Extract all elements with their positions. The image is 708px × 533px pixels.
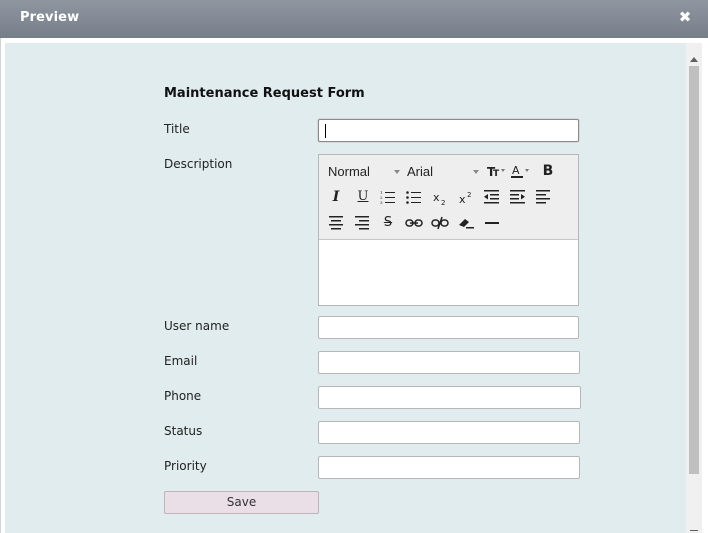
underline-button[interactable]: U <box>353 187 373 207</box>
svg-text:T: T <box>493 169 500 178</box>
close-icon[interactable]: ✖ <box>678 9 692 25</box>
svg-text:x: x <box>433 191 440 204</box>
ordered-list-icon[interactable]: 123 <box>378 187 398 207</box>
preview-titlebar: Preview ✖ <box>0 0 708 38</box>
email-label: Email <box>164 354 198 368</box>
strikethrough-button[interactable]: S <box>378 213 398 233</box>
eraser-icon[interactable] <box>456 213 476 233</box>
outdent-icon[interactable] <box>482 187 502 207</box>
indent-icon[interactable] <box>508 187 528 207</box>
form-title: Maintenance Request Form <box>164 86 365 101</box>
font-select-value: Arial <box>407 164 434 179</box>
window-title: Preview <box>20 10 80 25</box>
title-label: Title <box>164 122 190 136</box>
title-input[interactable] <box>318 119 579 142</box>
link-icon[interactable] <box>404 213 424 233</box>
vertical-scrollbar[interactable] <box>686 43 702 533</box>
description-label: Description <box>164 157 233 171</box>
svg-text:3: 3 <box>380 200 383 204</box>
svg-text:A: A <box>512 164 520 177</box>
status-label: Status <box>164 424 203 438</box>
svg-text:2: 2 <box>467 191 471 199</box>
align-right-icon[interactable] <box>352 213 372 233</box>
chevron-down-icon <box>394 170 400 174</box>
phone-input[interactable] <box>318 386 581 409</box>
priority-input[interactable] <box>318 456 580 479</box>
align-center-icon[interactable] <box>326 213 346 233</box>
font-size-icon[interactable]: TT <box>486 161 508 181</box>
scrollbar-thumb[interactable] <box>689 66 699 474</box>
chevron-down-icon <box>473 170 479 174</box>
email-input[interactable] <box>318 351 580 374</box>
svg-text:x: x <box>459 193 466 206</box>
unlink-icon[interactable] <box>430 213 450 233</box>
user-name-label: User name <box>164 319 230 333</box>
description-rich-text-editor[interactable]: Normal Arial TT A B I U 123 x2 x2 S <box>318 154 579 306</box>
format-select-value: Normal <box>328 164 370 179</box>
editor-toolbar: Normal Arial TT A B I U 123 x2 x2 S <box>319 155 578 240</box>
svg-text:2: 2 <box>441 199 445 206</box>
superscript-icon[interactable]: x2 <box>456 187 476 207</box>
scroll-up-icon[interactable] <box>690 57 698 62</box>
unordered-list-icon[interactable] <box>404 187 424 207</box>
text-color-icon[interactable]: A <box>510 161 532 181</box>
user-name-input[interactable] <box>318 316 579 339</box>
text-caret <box>325 124 326 138</box>
font-select[interactable]: Arial <box>407 164 481 180</box>
horizontal-rule-icon[interactable] <box>482 213 502 233</box>
bold-button[interactable]: B <box>538 161 558 181</box>
status-input[interactable] <box>318 421 580 444</box>
subscript-icon[interactable]: x2 <box>430 187 450 207</box>
phone-label: Phone <box>164 389 202 403</box>
italic-button[interactable]: I <box>326 187 346 207</box>
align-left-icon[interactable] <box>534 187 554 207</box>
format-select[interactable]: Normal <box>328 164 400 180</box>
priority-label: Priority <box>164 459 207 473</box>
save-button[interactable]: Save <box>164 491 319 514</box>
